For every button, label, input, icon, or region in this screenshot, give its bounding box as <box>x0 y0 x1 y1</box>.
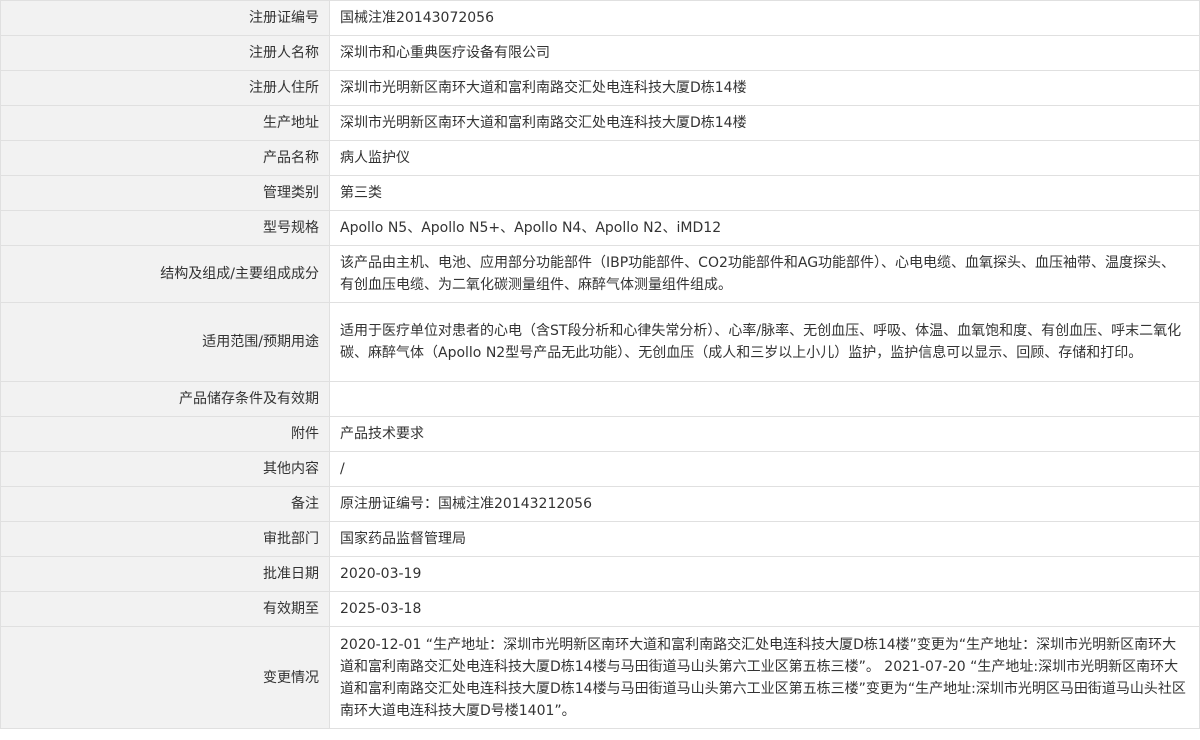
row-label: 产品名称 <box>0 140 330 176</box>
row-value: 2020-12-01 “生产地址：深圳市光明新区南环大道和富利南路交汇处电连科技… <box>329 626 1200 729</box>
row-registrant-address: 注册人住所 深圳市光明新区南环大道和富利南路交汇处电连科技大厦D栋14楼 <box>0 70 1200 106</box>
row-value: 深圳市光明新区南环大道和富利南路交汇处电连科技大厦D栋14楼 <box>329 105 1200 141</box>
row-value: 深圳市光明新区南环大道和富利南路交汇处电连科技大厦D栋14楼 <box>329 70 1200 106</box>
row-value: 国械注准20143072056 <box>329 0 1200 36</box>
row-label: 附件 <box>0 416 330 452</box>
row-registrant-name: 注册人名称 深圳市和心重典医疗设备有限公司 <box>0 35 1200 71</box>
row-value: 2020-03-19 <box>329 556 1200 592</box>
row-value: / <box>329 451 1200 487</box>
row-other-content: 其他内容 / <box>0 451 1200 487</box>
row-product-name: 产品名称 病人监护仪 <box>0 140 1200 176</box>
row-label: 产品储存条件及有效期 <box>0 381 330 417</box>
row-value: 产品技术要求 <box>329 416 1200 452</box>
row-label: 变更情况 <box>0 626 330 729</box>
row-value <box>329 381 1200 417</box>
row-approval-department: 审批部门 国家药品监督管理局 <box>0 521 1200 557</box>
row-valid-until: 有效期至 2025-03-18 <box>0 591 1200 627</box>
row-approval-date: 批准日期 2020-03-19 <box>0 556 1200 592</box>
row-value: 深圳市和心重典医疗设备有限公司 <box>329 35 1200 71</box>
row-label: 注册人名称 <box>0 35 330 71</box>
row-value: 2025-03-18 <box>329 591 1200 627</box>
row-label: 管理类别 <box>0 175 330 211</box>
row-label: 结构及组成/主要组成成分 <box>0 245 330 303</box>
row-label: 批准日期 <box>0 556 330 592</box>
row-label: 备注 <box>0 486 330 522</box>
row-storage-validity: 产品储存条件及有效期 <box>0 381 1200 417</box>
row-value: 原注册证编号：国械注准20143212056 <box>329 486 1200 522</box>
row-value: 病人监护仪 <box>329 140 1200 176</box>
registration-details-table: 注册证编号 国械注准20143072056 注册人名称 深圳市和心重典医疗设备有… <box>0 0 1200 729</box>
row-label: 生产地址 <box>0 105 330 141</box>
row-remarks: 备注 原注册证编号：国械注准20143212056 <box>0 486 1200 522</box>
row-production-address: 生产地址 深圳市光明新区南环大道和富利南路交汇处电连科技大厦D栋14楼 <box>0 105 1200 141</box>
row-registration-number: 注册证编号 国械注准20143072056 <box>0 0 1200 36</box>
row-label: 审批部门 <box>0 521 330 557</box>
row-label: 注册证编号 <box>0 0 330 36</box>
row-change-history: 变更情况 2020-12-01 “生产地址：深圳市光明新区南环大道和富利南路交汇… <box>0 626 1200 729</box>
row-value: 该产品由主机、电池、应用部分功能部件（IBP功能部件、CO2功能部件和AG功能部… <box>329 245 1200 303</box>
row-model-specification: 型号规格 Apollo N5、Apollo N5+、Apollo N4、Apol… <box>0 210 1200 246</box>
row-value: 第三类 <box>329 175 1200 211</box>
row-management-category: 管理类别 第三类 <box>0 175 1200 211</box>
row-label: 其他内容 <box>0 451 330 487</box>
registration-certificate-page: 注册证编号 国械注准20143072056 注册人名称 深圳市和心重典医疗设备有… <box>0 0 1200 740</box>
row-intended-use: 适用范围/预期用途 适用于医疗单位对患者的心电（含ST段分析和心律失常分析）、心… <box>0 302 1200 382</box>
row-label: 型号规格 <box>0 210 330 246</box>
row-attachment: 附件 产品技术要求 <box>0 416 1200 452</box>
row-value: 适用于医疗单位对患者的心电（含ST段分析和心律失常分析）、心率/脉率、无创血压、… <box>329 302 1200 382</box>
row-value: 国家药品监督管理局 <box>329 521 1200 557</box>
row-structure-composition: 结构及组成/主要组成成分 该产品由主机、电池、应用部分功能部件（IBP功能部件、… <box>0 245 1200 303</box>
row-label: 注册人住所 <box>0 70 330 106</box>
row-label: 有效期至 <box>0 591 330 627</box>
row-label: 适用范围/预期用途 <box>0 302 330 382</box>
row-value: Apollo N5、Apollo N5+、Apollo N4、Apollo N2… <box>329 210 1200 246</box>
